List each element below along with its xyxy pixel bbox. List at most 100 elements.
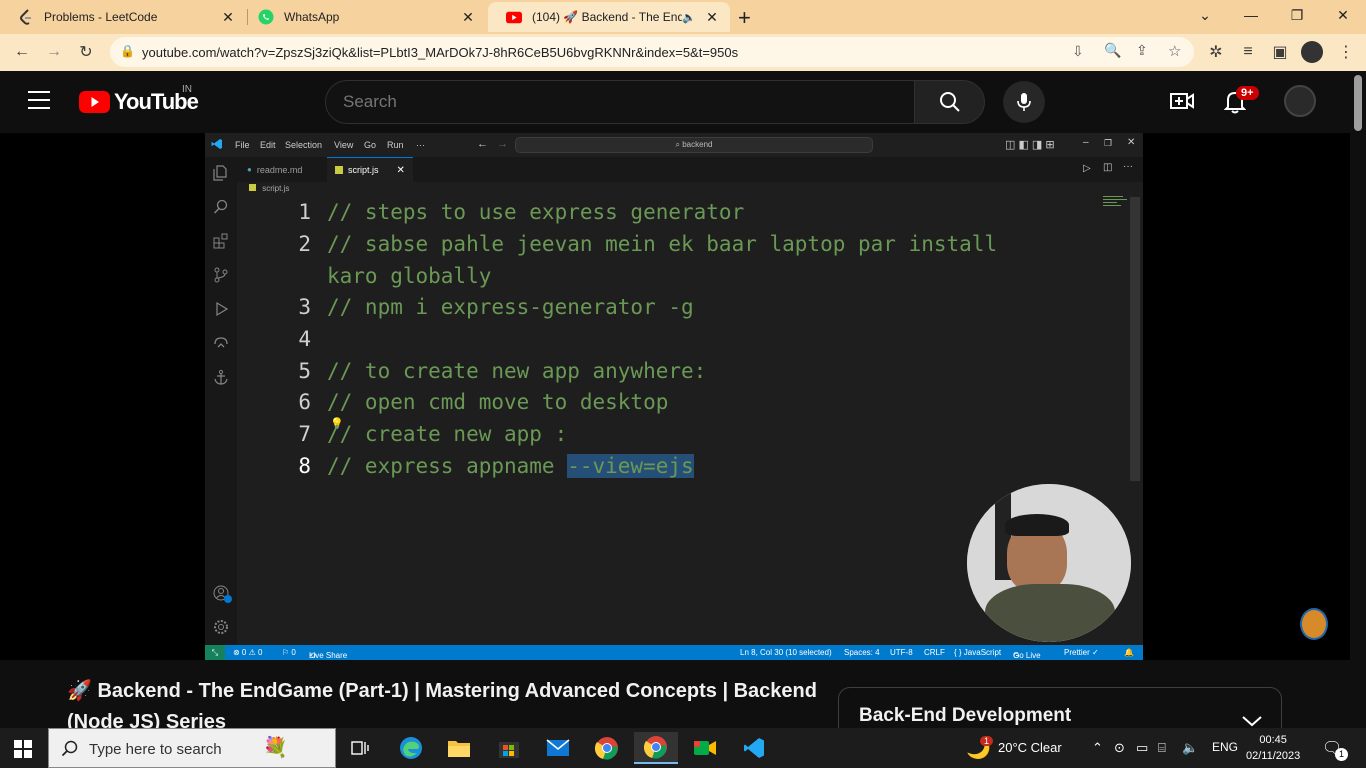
vscode-close-icon[interactable]: ✕ xyxy=(1127,137,1135,148)
anchor-icon[interactable] xyxy=(211,367,231,387)
code-line-active[interactable]: // express appname --view=ejs xyxy=(327,454,694,478)
breadcrumb-file[interactable]: script.js xyxy=(262,184,289,193)
microsoft-store-icon[interactable] xyxy=(487,732,531,764)
lock-icon[interactable]: 🔒 xyxy=(120,44,135,58)
search-input[interactable] xyxy=(343,92,883,112)
chrome-menu-icon[interactable]: ⋮ xyxy=(1334,40,1358,64)
code-line[interactable]: // sabse pahle jeevan mein ek baar lapto… xyxy=(327,232,997,256)
windows-start-icon[interactable] xyxy=(14,740,32,763)
tab-search-button[interactable]: ⌄ xyxy=(1182,0,1228,30)
audio-playing-icon[interactable]: 🔈 xyxy=(682,11,696,24)
task-view-icon[interactable] xyxy=(338,732,382,764)
battery-icon[interactable]: ▭ xyxy=(1136,740,1148,756)
tab-whatsapp[interactable]: WhatsApp ✕ xyxy=(240,2,486,32)
share-icon[interactable]: ⇪ xyxy=(1136,42,1148,59)
back-button[interactable]: ← xyxy=(10,40,34,64)
close-tab-icon[interactable]: ✕ xyxy=(702,9,722,26)
menu-selection[interactable]: Selection xyxy=(285,140,322,150)
chrome-profile-active-icon[interactable] xyxy=(634,732,678,764)
layout-toggle-icons[interactable]: ◫ ◧ ◨ ⊞ xyxy=(1005,138,1055,151)
close-window-button[interactable]: ✕ xyxy=(1320,0,1366,30)
editor-scrollbar[interactable] xyxy=(1130,197,1140,481)
meet-camera-icon[interactable] xyxy=(683,732,727,764)
minimap[interactable] xyxy=(1103,196,1129,208)
nav-forward-icon[interactable]: → xyxy=(497,138,508,150)
tab-readme[interactable]: ● readme.md xyxy=(237,157,327,182)
menu-go[interactable]: Go xyxy=(364,140,376,150)
vscode-restore-icon[interactable]: ❐ xyxy=(1104,138,1112,149)
more-actions-icon[interactable]: ··· xyxy=(1123,161,1133,172)
notifications-bell-icon[interactable]: 🔔 xyxy=(1124,648,1134,657)
volume-icon[interactable]: 🔈 xyxy=(1182,740,1198,756)
code-line[interactable]: // to create new app anywhere: xyxy=(327,359,706,383)
language-indicator[interactable]: ENG xyxy=(1212,740,1238,754)
menu-file[interactable]: File xyxy=(235,140,250,150)
encoding-status[interactable]: UTF-8 xyxy=(890,648,913,657)
chevron-down-icon[interactable] xyxy=(1241,714,1263,728)
restore-button[interactable]: ❐ xyxy=(1274,0,1320,30)
tray-device-icon[interactable]: ⊙ xyxy=(1114,740,1125,756)
media-control-icon[interactable]: ≡ xyxy=(1236,40,1260,64)
remote-explorer-icon[interactable] xyxy=(211,333,231,353)
search-box[interactable] xyxy=(325,80,915,124)
extensions-icon[interactable]: ✲ xyxy=(1204,40,1228,64)
indentation-status[interactable]: Spaces: 4 xyxy=(844,648,880,657)
code-line[interactable]: // npm i express-generator -g xyxy=(327,295,694,319)
address-bar[interactable]: 🔒 youtube.com/watch?v=ZpszSj3ziQk&list=P… xyxy=(110,37,1194,67)
file-explorer-icon[interactable] xyxy=(437,732,481,764)
eol-status[interactable]: CRLF xyxy=(924,648,945,657)
forward-button[interactable]: → xyxy=(42,40,66,64)
mail-icon[interactable] xyxy=(536,732,580,764)
page-scrollbar[interactable] xyxy=(1350,71,1366,728)
accounts-icon[interactable] xyxy=(211,583,232,603)
close-tab-icon[interactable]: ✕ xyxy=(458,9,478,26)
weather-text[interactable]: 20°C Clear xyxy=(998,740,1062,755)
nav-back-icon[interactable]: ← xyxy=(477,138,488,150)
minimize-button[interactable]: — xyxy=(1228,0,1274,30)
vscode-taskbar-icon[interactable] xyxy=(732,732,776,764)
vscode-minimize-icon[interactable]: – xyxy=(1083,137,1089,148)
profile-avatar[interactable] xyxy=(1301,41,1323,63)
chrome-icon[interactable] xyxy=(585,732,629,764)
command-center-search[interactable]: ⌕ backend xyxy=(515,137,873,153)
edge-browser-icon[interactable] xyxy=(389,732,433,764)
scrollbar-thumb[interactable] xyxy=(1354,75,1362,131)
source-control-icon[interactable] xyxy=(211,265,231,285)
show-hidden-icons-chevron-icon[interactable]: ⌃ xyxy=(1092,740,1103,756)
close-tab-icon[interactable]: ✕ xyxy=(218,9,238,26)
taskbar-search[interactable]: Type here to search 💐 xyxy=(48,728,336,768)
playlist-title[interactable]: Back-End Development xyxy=(859,705,1071,727)
run-debug-icon[interactable] xyxy=(211,299,231,319)
close-tab-icon[interactable]: ✕ xyxy=(397,165,405,176)
settings-gear-icon[interactable] xyxy=(211,617,231,637)
search-icon[interactable] xyxy=(211,197,231,217)
problems-count[interactable]: ⊗ 0 ⚠ 0 xyxy=(233,648,262,657)
channel-watermark-logo[interactable] xyxy=(1300,608,1328,640)
menu-run[interactable]: Run xyxy=(387,140,404,150)
menu-edit[interactable]: Edit xyxy=(260,140,276,150)
menu-view[interactable]: View xyxy=(334,140,353,150)
run-file-icon[interactable]: ▷ xyxy=(1083,163,1091,174)
prettier-status[interactable]: Prettier ✓ xyxy=(1064,648,1099,657)
search-highlight-flowers-icon[interactable]: 💐 xyxy=(263,735,288,760)
user-avatar[interactable] xyxy=(1284,85,1316,117)
code-line-wrapped[interactable]: karo globally xyxy=(327,264,491,288)
search-button[interactable] xyxy=(914,80,985,124)
bookmark-star-icon[interactable]: ☆ xyxy=(1168,42,1181,60)
code-line[interactable]: // create new app : xyxy=(327,422,567,446)
ports-count[interactable]: ⚐ 0 xyxy=(282,648,296,657)
explorer-icon[interactable] xyxy=(211,163,231,183)
tab-leetcode[interactable]: Problems - LeetCode ✕ xyxy=(0,2,246,32)
menu-more[interactable]: ··· xyxy=(416,140,425,150)
split-editor-icon[interactable]: ◫ xyxy=(1103,162,1112,173)
side-panel-icon[interactable]: ▣ xyxy=(1268,40,1292,64)
network-icon[interactable]: ⌸ xyxy=(1158,740,1166,756)
hamburger-menu-icon[interactable] xyxy=(28,91,50,109)
reload-button[interactable]: ↻ xyxy=(74,40,98,64)
cursor-position[interactable]: Ln 8, Col 30 (10 selected) xyxy=(740,648,832,657)
code-line[interactable]: // open cmd move to desktop xyxy=(327,390,668,414)
code-line[interactable]: // steps to use express generator xyxy=(327,200,744,224)
clock[interactable]: 00:45 02/11/2023 xyxy=(1246,732,1300,764)
create-video-icon[interactable] xyxy=(1170,91,1194,116)
remote-indicator-icon[interactable]: ⤡ xyxy=(205,645,225,660)
